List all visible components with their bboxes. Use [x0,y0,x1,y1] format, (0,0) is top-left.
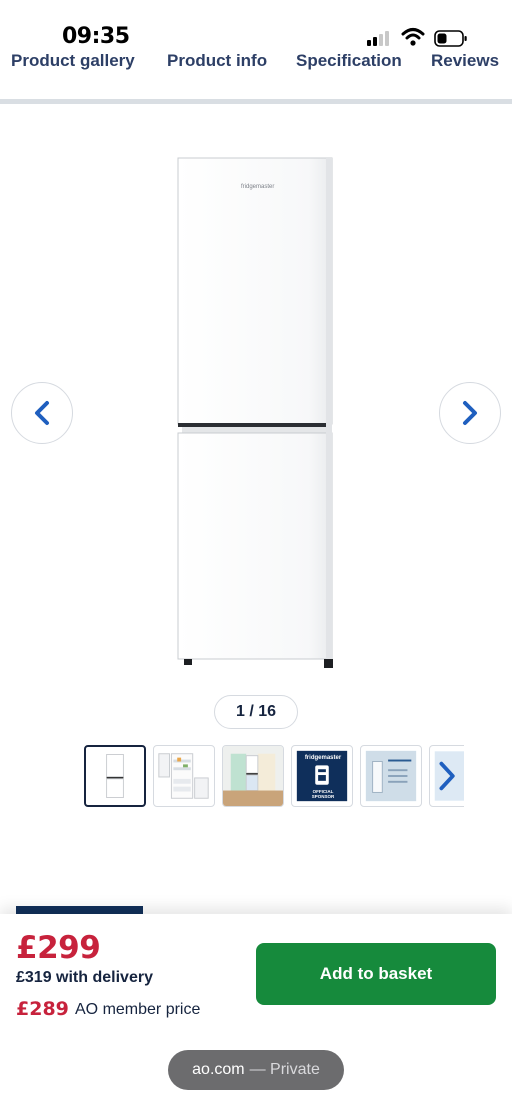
add-to-basket-button[interactable]: Add to basket [256,943,496,1005]
chevron-left-icon [35,401,49,425]
tab-divider [0,99,512,104]
browser-address-pill[interactable]: ao.com — Private [168,1050,344,1090]
browser-domain: ao.com [192,1061,245,1078]
tab-product-gallery[interactable]: Product gallery [11,51,135,71]
browser-private-label: — Private [249,1061,320,1078]
thumbnail-fridge-feature[interactable] [360,745,422,807]
tab-reviews[interactable]: Reviews [431,51,499,71]
thumbnail-official-sponsor[interactable]: fridgemaster OFFICIAL SPONSOR [291,745,353,807]
product-price: £299 [16,930,101,966]
delivery-price: £319 with delivery [16,969,153,986]
gallery-prev-button[interactable] [11,382,73,444]
thumbnail-strip: fridgemaster OFFICIAL SPONSOR [84,745,464,809]
sponsor-caption-text: OFFICIAL SPONSOR [311,789,335,799]
status-bar: 09:35 [0,0,512,49]
member-price-label: AO member price [75,1001,201,1018]
chevron-right-icon [463,401,477,425]
member-price: £289 [16,998,69,1020]
tab-product-info[interactable]: Product info [167,51,267,71]
thumbnail-fridge-kitchen[interactable] [222,745,284,807]
thumbnail-fridge-front[interactable] [84,745,146,807]
gallery-next-button[interactable] [439,382,501,444]
cellular-signal-icon [367,30,393,46]
product-main-image[interactable]: fridgemaster [172,152,340,672]
status-time: 09:35 [62,24,130,49]
battery-low-icon [434,30,468,47]
product-tab-nav: Product gallery Product info Specificati… [0,48,512,100]
tab-specification[interactable]: Specification [296,51,402,71]
thumbnail-fridge-open[interactable] [153,745,215,807]
wifi-icon [401,27,425,47]
thumbnail-partial[interactable] [429,745,464,807]
sponsor-brand-text: fridgemaster [304,755,342,761]
gallery-counter: 1 / 16 [214,695,298,729]
product-brand-logo: fridgemaster [241,184,275,190]
